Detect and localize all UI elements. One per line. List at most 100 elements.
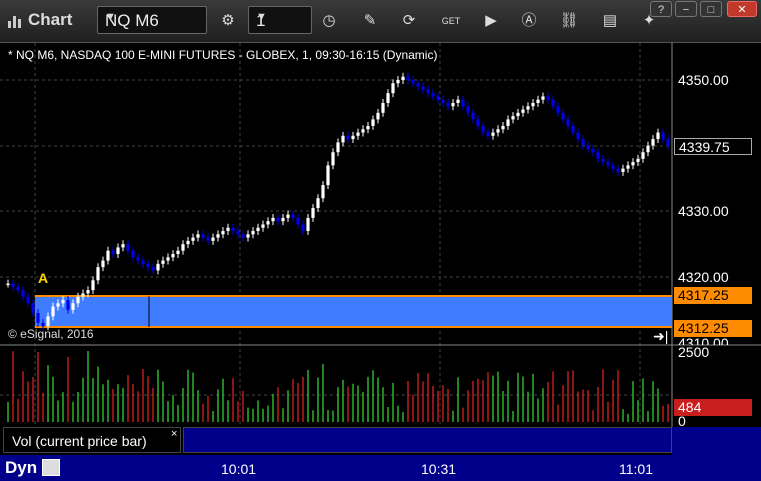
candle-body	[521, 109, 525, 113]
app-title: Chart	[28, 10, 73, 29]
close-icon[interactable]: ×	[171, 428, 177, 440]
candle-body	[571, 125, 575, 133]
candle-body	[496, 129, 500, 133]
candle-body	[111, 250, 115, 255]
candle-body	[611, 165, 615, 169]
candle-body	[576, 132, 580, 140]
pencil-icon[interactable]: ✎	[357, 8, 383, 34]
candle-body	[636, 158, 640, 163]
candle-body	[406, 76, 410, 80]
interval-settings-icon[interactable]: ⚙	[215, 8, 241, 34]
candle-body	[651, 139, 655, 146]
candle-body	[96, 267, 100, 281]
axis-corner	[672, 427, 761, 481]
candle-body	[196, 234, 200, 238]
candle-body	[616, 168, 620, 172]
candle-body	[536, 99, 540, 103]
candle-body	[276, 217, 280, 222]
chevron-down-icon[interactable]: ▼	[256, 11, 306, 23]
dyn-toggle-icon[interactable]	[42, 459, 60, 476]
candle-body	[381, 102, 385, 113]
chevron-down-icon[interactable]: ▼	[105, 11, 201, 23]
candle-body	[31, 303, 35, 314]
candle-body	[46, 316, 50, 327]
marker-a[interactable]: A	[38, 270, 48, 286]
play-icon[interactable]: ▶	[478, 8, 504, 34]
candle-body	[526, 106, 530, 110]
candle-body	[516, 112, 520, 117]
candle-body	[361, 129, 365, 133]
candle-body	[266, 221, 270, 225]
candle-body	[246, 234, 250, 238]
help-button[interactable]: ?	[650, 1, 672, 17]
candle-body	[301, 224, 305, 232]
candle-body	[421, 86, 425, 90]
alert-icon[interactable]: Ⓐ	[516, 8, 542, 34]
dyn-label: Dyn	[5, 458, 38, 477]
candle-body	[11, 283, 15, 287]
candle-body	[531, 102, 535, 107]
candle-body	[211, 237, 215, 241]
volume-study-label[interactable]: Vol (current price bar)	[3, 427, 181, 453]
candle-body	[181, 244, 185, 251]
candle-body	[241, 234, 245, 238]
symbol-description: * NQ M6, NASDAQ 100 E-MINI FUTURES - GLO…	[8, 48, 438, 62]
price-tick: 4330.00	[678, 203, 729, 219]
candle-body	[316, 198, 320, 209]
candle-body	[656, 132, 660, 140]
candle-body	[601, 158, 605, 163]
comment-icon[interactable]: ▤	[597, 8, 623, 34]
candle-body	[631, 162, 635, 166]
candle-body	[331, 152, 335, 166]
candle-body	[146, 263, 150, 268]
candle-body	[56, 303, 60, 307]
candle-body	[271, 217, 275, 222]
candle-body	[251, 231, 255, 235]
copyright: © eSignal, 2016	[8, 327, 94, 341]
close-button[interactable]: ✕	[727, 1, 757, 17]
time-axis[interactable]	[0, 455, 672, 481]
candle-body	[101, 260, 105, 268]
maximize-button[interactable]: □	[700, 1, 722, 17]
candle-body	[426, 89, 430, 94]
candle-body	[566, 119, 570, 126]
candle-body	[336, 142, 340, 153]
candle-body	[236, 231, 240, 235]
candle-body	[41, 322, 45, 327]
candle-body	[476, 119, 480, 126]
candle-body	[306, 217, 310, 232]
candle-body	[346, 135, 350, 140]
title-bar: Chart NQ M6 ▼ ⚙ 1 ▼ ◷ ✎ ⟳ GET ▶ Ⓐ ⛓ ▤ ✦ …	[0, 0, 761, 43]
candle-body	[151, 267, 155, 271]
scroll-right-icon[interactable]: ➜|	[653, 328, 668, 344]
candle-body	[431, 93, 435, 97]
symbol-combo[interactable]: NQ M6 ▼	[97, 6, 207, 34]
candle-body	[506, 119, 510, 126]
candle-body	[256, 227, 260, 232]
clock-icon[interactable]: ◷	[316, 8, 342, 34]
candle-body	[371, 119, 375, 126]
candle-body	[461, 99, 465, 107]
candle-body	[71, 303, 75, 310]
time-tick: 10:01	[221, 461, 257, 477]
candle-body	[286, 214, 290, 218]
candle-body	[261, 224, 265, 228]
candle-body	[326, 165, 330, 186]
candle-body	[141, 260, 145, 264]
candle-body	[66, 299, 70, 310]
candle-body	[396, 80, 400, 84]
candle-body	[661, 132, 665, 140]
link-icon[interactable]: ⛓	[556, 8, 582, 34]
candle-body	[546, 96, 550, 100]
get-icon[interactable]: GET	[438, 8, 464, 34]
candle-body	[376, 112, 380, 120]
price-chart[interactable]: A ➜|	[0, 43, 761, 453]
interval-combo[interactable]: 1 ▼	[248, 6, 312, 34]
candle-body	[451, 102, 455, 107]
refresh-icon[interactable]: ⟳	[396, 8, 422, 34]
candle-body	[76, 296, 80, 304]
candle-body	[26, 296, 30, 304]
minimize-button[interactable]: −	[675, 1, 697, 17]
volume-study-bar	[183, 427, 672, 453]
candle-body	[646, 145, 650, 153]
